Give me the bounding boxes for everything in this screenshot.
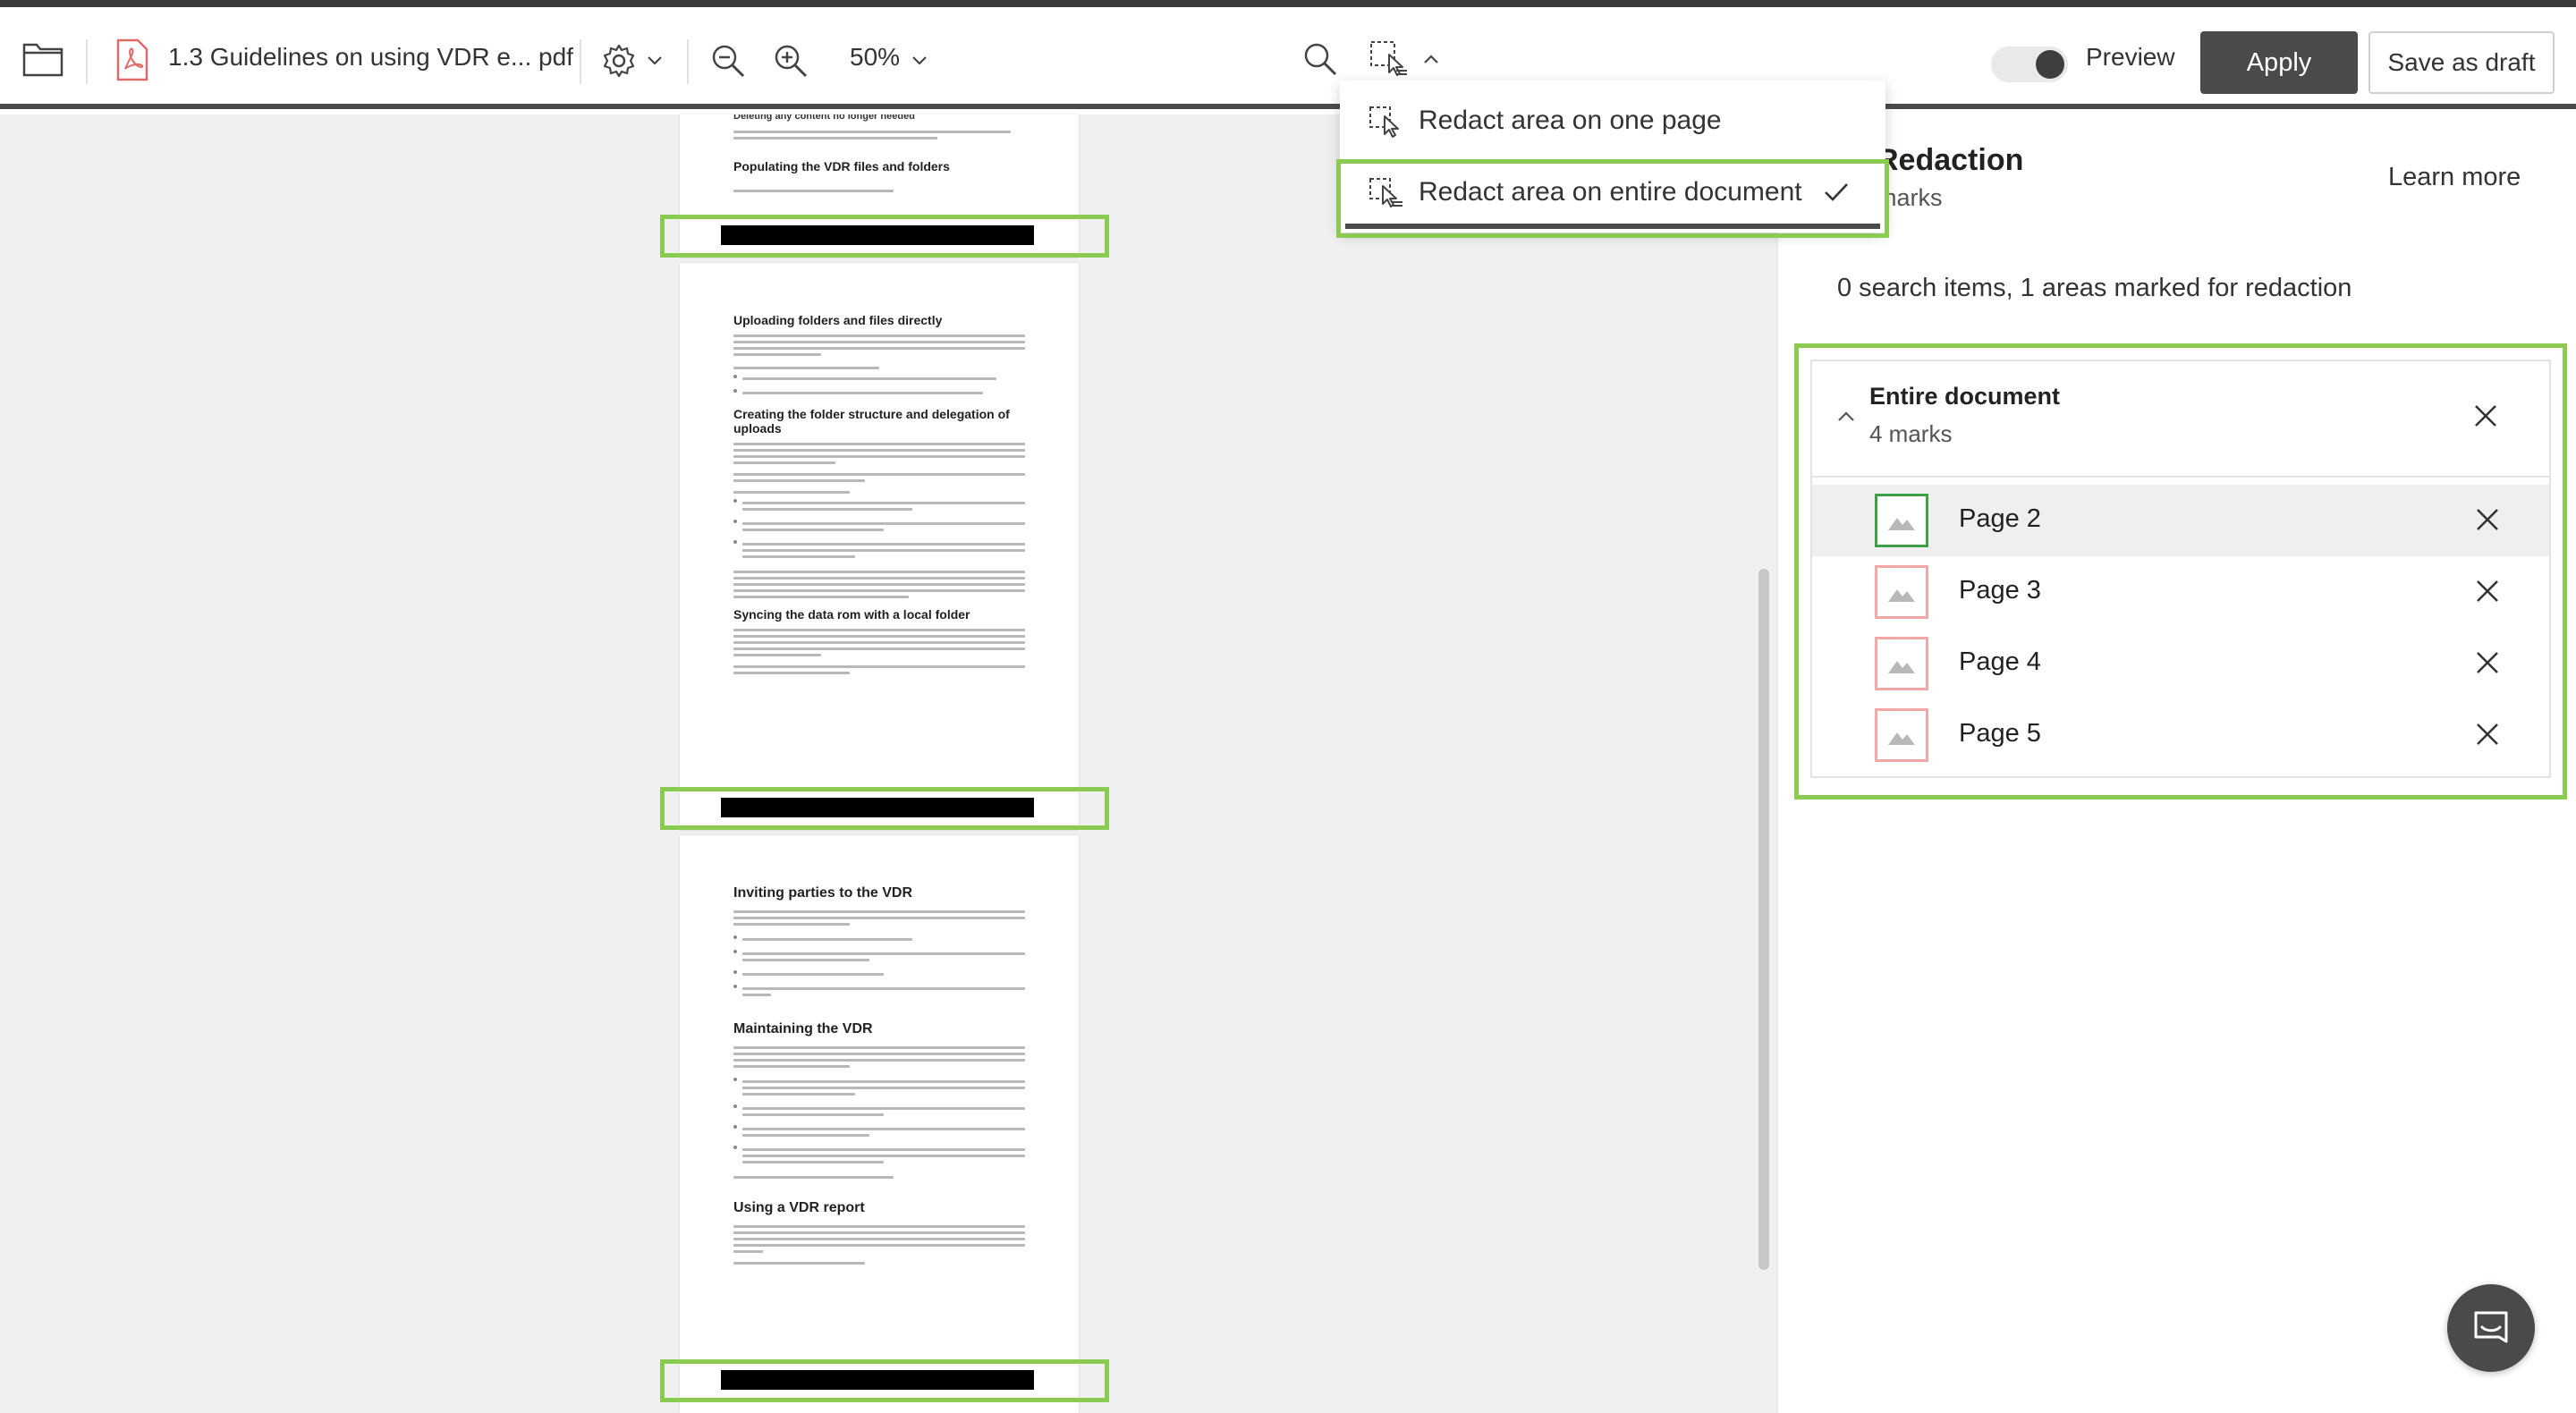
- page-heading: Syncing the data rom with a local folder: [733, 607, 970, 622]
- panel-title: Redaction: [1877, 143, 2024, 177]
- folder-icon[interactable]: [21, 38, 64, 80]
- page-heading: Inviting parties to the VDR: [733, 885, 913, 901]
- page-heading: Maintaining the VDR: [733, 1021, 873, 1036]
- viewer-scrollbar[interactable]: [1758, 569, 1769, 1270]
- zoom-in-icon[interactable]: [771, 41, 810, 80]
- chevron-up-icon[interactable]: [1420, 50, 1442, 68]
- gear-icon[interactable]: [599, 41, 639, 80]
- page-heading: Populating the VDR files and folders: [733, 159, 950, 173]
- group-highlight: [1794, 343, 2567, 800]
- redact-area-icon[interactable]: [1368, 38, 1410, 79]
- document-page-3: Inviting parties to the VDR Maintaining …: [680, 835, 1079, 1413]
- redaction-highlight: [660, 1359, 1109, 1402]
- document-page-2: Uploading folders and files directly Cre…: [680, 263, 1079, 830]
- menu-item-label: Redact area on one page: [1419, 106, 1722, 135]
- redaction-summary: 0 search items, 1 areas marked for redac…: [1837, 274, 2352, 302]
- chat-icon: [2474, 1311, 2508, 1343]
- chevron-down-icon[interactable]: [909, 52, 930, 70]
- apply-button[interactable]: Apply: [2200, 31, 2358, 94]
- page-heading: Creating the folder structure and delega…: [733, 407, 1010, 436]
- redact-area-icon: [1368, 106, 1404, 138]
- learn-more-link[interactable]: Learn more: [2388, 163, 2521, 192]
- search-icon[interactable]: [1301, 39, 1340, 79]
- page-heading: Using a VDR report: [733, 1200, 865, 1215]
- file-name[interactable]: 1.3 Guidelines on using VDR e... pdf: [168, 43, 573, 72]
- menu-item-redact-one-page[interactable]: Redact area on one page: [1340, 88, 1885, 156]
- toggle-knob: [2036, 50, 2064, 79]
- app-window: 1.3 Guidelines on using VDR e... pdf 50%: [0, 0, 2576, 1413]
- preview-toggle[interactable]: [1991, 47, 2068, 82]
- toolbar-separator: [580, 39, 581, 84]
- redaction-highlight: [660, 215, 1109, 258]
- top-strip: [0, 0, 2576, 7]
- toolbar-separator: [687, 39, 689, 84]
- zoom-level[interactable]: 50%: [850, 43, 900, 72]
- save-as-draft-button[interactable]: Save as draft: [2368, 31, 2555, 94]
- preview-label: Preview: [2086, 43, 2175, 71]
- toolbar-separator: [86, 39, 88, 84]
- redaction-highlight: [660, 787, 1109, 830]
- chat-support-button[interactable]: [2447, 1284, 2535, 1372]
- pdf-file-icon: [113, 38, 152, 82]
- menu-item-highlight: [1336, 159, 1889, 238]
- page-heading: Deleting any content no longer needed: [733, 114, 915, 122]
- toolbar: 1.3 Guidelines on using VDR e... pdf 50%: [0, 7, 2576, 109]
- page-heading: Uploading folders and files directly: [733, 313, 943, 327]
- zoom-out-icon[interactable]: [708, 41, 748, 80]
- chevron-down-icon[interactable]: [644, 52, 665, 70]
